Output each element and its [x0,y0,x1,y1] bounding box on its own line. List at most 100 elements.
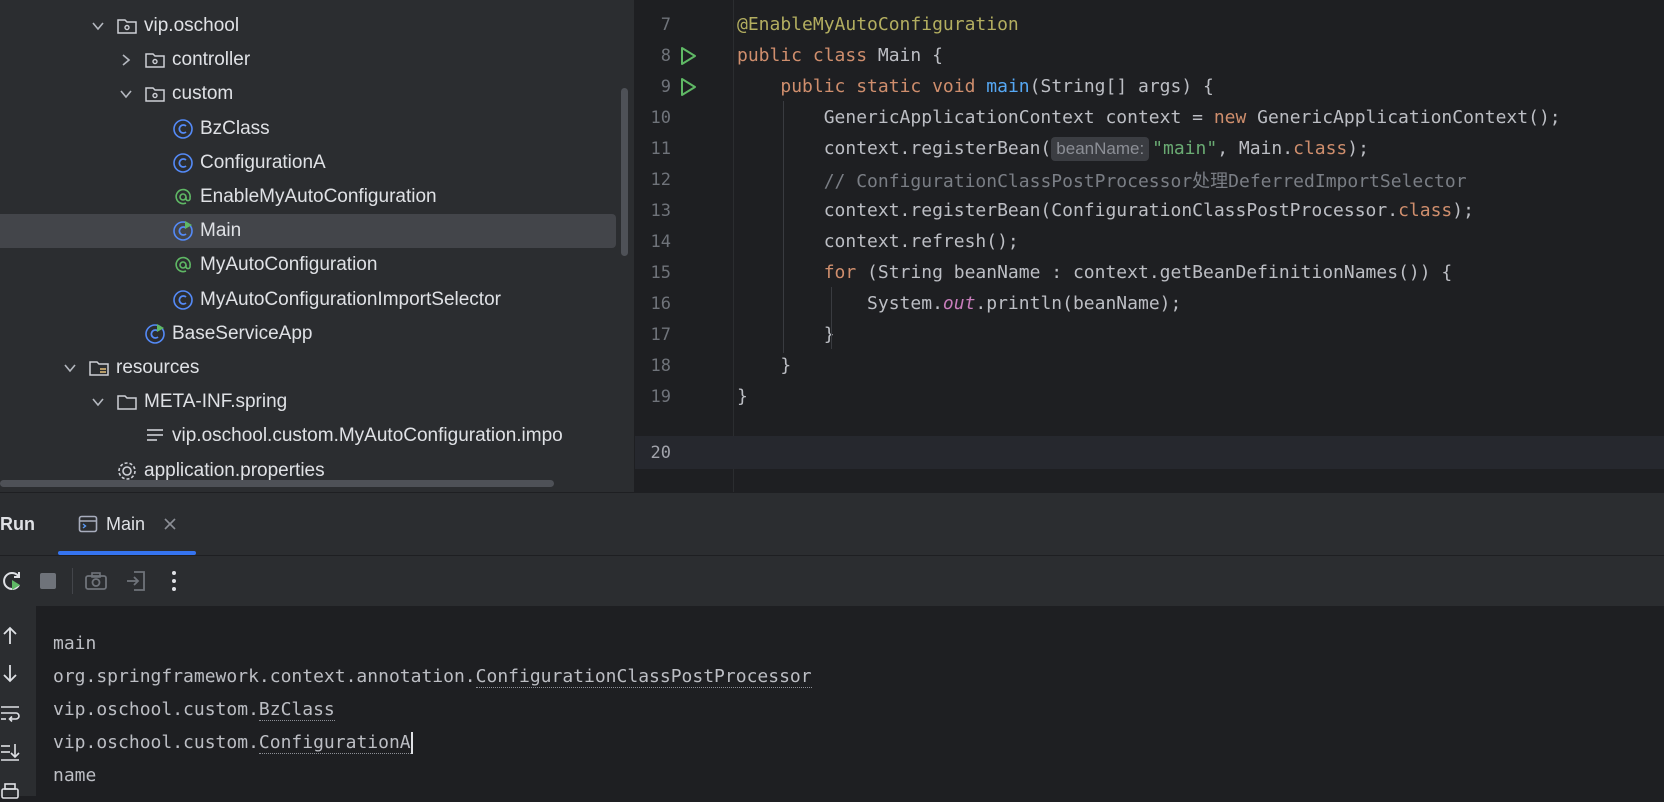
code-line-current[interactable]: 20 [635,436,1664,469]
line-number: 7 [660,14,671,35]
tree-item-label: MyAutoConfiguration [200,254,378,275]
print-icon[interactable] [0,780,20,802]
console-line: vip.oschool.custom.BzClass [53,699,335,721]
indent-guide [831,287,832,349]
code-line[interactable]: 14 context.refresh(); [635,225,1664,258]
run-panel-header: Run Main [0,492,1664,555]
tree-item-label: resources [116,357,200,378]
code-line[interactable]: 9 public static void main(String[] args)… [635,70,1664,103]
code-line[interactable]: 19 } [635,380,1664,413]
tree-item-label: Main [200,220,242,241]
code-line[interactable]: 17 } [635,318,1664,351]
tree-item[interactable]: resources [0,351,616,385]
code-line[interactable]: 7 @EnableMyAutoConfiguration [635,8,1664,41]
code-line[interactable]: 11 context.registerBean(beanName: "main",… [635,132,1664,165]
tree-item[interactable]: ConfigurationA [0,146,616,180]
annotation-icon [172,254,194,276]
package-icon [144,49,166,71]
line-number: 15 [650,262,671,283]
tree-item[interactable]: BaseServiceApp [0,317,616,351]
tree-item-label: MyAutoConfigurationImportSelector [200,289,501,310]
tree-item-label: vip.oschool.custom.MyAutoConfiguration.i… [172,425,563,446]
resources-folder-icon [88,357,110,379]
tree-item-label: META-INF.spring [144,391,288,412]
tree-item[interactable]: MyAutoConfigurationImportSelector [0,283,616,317]
line-number: 16 [650,293,671,314]
tab-main[interactable]: Main [58,493,196,555]
runnable-class-icon [144,323,166,345]
code-line[interactable]: 10 GenericApplicationContext context = n… [635,101,1664,134]
console-icon [78,515,98,533]
code-line[interactable]: 15 for (String beanName : context.getBea… [635,256,1664,289]
console-side-toolbar [0,606,36,799]
tree-item-label: EnableMyAutoConfiguration [200,186,437,207]
tree-item[interactable]: vip.oschool.custom.MyAutoConfiguration.i… [0,419,616,453]
scroll-down-icon[interactable] [0,663,20,685]
settings-file-icon [116,460,138,482]
code-line[interactable]: 13 context.registerBean(ConfigurationCla… [635,194,1664,227]
run-main-icon[interactable] [678,77,698,97]
tree-item[interactable]: EnableMyAutoConfiguration [0,180,616,214]
tree-item[interactable]: Main [0,214,616,248]
run-class-icon[interactable] [678,46,698,66]
code-line[interactable]: 12 // ConfigurationClassPostProcessor处理D… [635,163,1664,196]
tree-vertical-scrollbar[interactable] [621,88,628,256]
stop-icon[interactable] [36,569,60,593]
text-caret [410,731,413,754]
console-line: vip.oschool.custom.ConfigurationA [53,731,413,754]
tree-item-label: BaseServiceApp [172,323,313,344]
console-line: main [53,633,97,654]
tab-main-label: Main [106,513,146,534]
chevron-down-icon[interactable] [116,84,136,104]
tree-item[interactable]: custom [0,77,616,111]
tree-item[interactable]: BzClass [0,112,616,146]
rerun-icon[interactable] [0,569,24,593]
tree-item-label: custom [172,83,234,104]
line-number: 20 [650,442,671,463]
tree-item[interactable]: vip.oschool [0,9,616,43]
text-file-icon [144,425,166,447]
tree-item[interactable]: controller [0,43,616,77]
tree-item-label: vip.oschool [144,15,240,36]
console-line: org.springframework.context.annotation.C… [53,666,812,688]
code-line[interactable]: 16 System.out.println(beanName); [635,287,1664,320]
console-output[interactable]: main org.springframework.context.annotat… [36,606,1664,796]
line-number: 19 [650,386,671,407]
console-line: name [53,765,97,786]
close-tab-icon[interactable] [163,517,177,531]
scroll-to-end-icon[interactable] [0,741,20,763]
project-tree: vip.oschool controller custom BzClass Config… [0,0,634,492]
tree-item[interactable]: MyAutoConfiguration [0,248,616,282]
code-line[interactable]: 8 public class Main { [635,39,1664,72]
line-number: 11 [650,138,671,159]
line-number: 8 [660,45,671,66]
line-number: 12 [650,169,671,190]
more-options-icon[interactable] [162,569,186,593]
line-number: 13 [650,200,671,221]
soft-wrap-icon[interactable] [0,702,20,724]
tree-item[interactable]: META-INF.spring [0,385,616,419]
camera-icon[interactable] [84,569,108,593]
parameter-hint: beanName: [1051,136,1150,161]
tree-horizontal-scrollbar[interactable] [0,480,554,487]
tree-item-label: application.properties [144,460,325,481]
scroll-up-icon[interactable] [0,624,20,646]
line-number: 14 [650,231,671,252]
chevron-down-icon[interactable] [88,16,108,36]
code-line[interactable]: 18 } [635,349,1664,382]
exit-icon[interactable] [124,569,148,593]
folder-icon [116,391,138,413]
chevron-down-icon[interactable] [60,358,80,378]
chevron-down-icon[interactable] [88,392,108,412]
code-editor[interactable]: 7 @EnableMyAutoConfiguration 8 public cl… [635,0,1664,492]
chevron-right-icon[interactable] [116,50,136,70]
tree-item-label: BzClass [200,118,270,139]
